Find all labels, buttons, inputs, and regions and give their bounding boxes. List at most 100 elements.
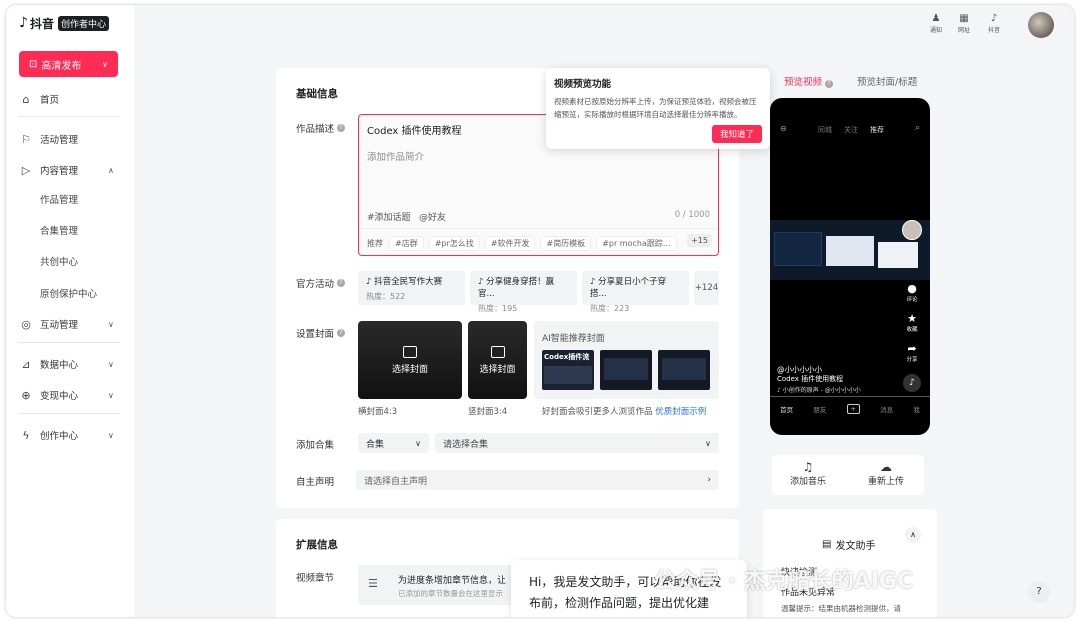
rec-tag[interactable]: #简历模板: [540, 236, 592, 251]
ai-cover-option[interactable]: Codex插件流: [542, 350, 594, 390]
activity-heat: 热度：223: [590, 304, 630, 313]
sidebar-item-label: 内容管理: [40, 166, 79, 177]
chart-icon: ⊿: [21, 357, 31, 371]
notify-button[interactable]: ♟ 通知: [930, 13, 942, 34]
add-topic-button[interactable]: #添加话题: [367, 210, 411, 223]
sidebar-item-content[interactable]: ▷ 内容管理 ∧: [6, 159, 134, 181]
ai-hint: 好封面会吸引更多人浏览作品: [542, 407, 653, 417]
publish-label: 高清发布: [41, 60, 82, 72]
help-icon[interactable]: ?: [825, 80, 834, 88]
sidebar-item-interact[interactable]: ◎ 互动管理 ∨: [6, 313, 134, 335]
douyin-button[interactable]: ♪ 抖音: [988, 13, 1000, 34]
tab-preview-video[interactable]: 预览视频 ?: [784, 74, 834, 88]
phone-tab: 关注: [844, 126, 858, 134]
activity-card[interactable]: ♪ 抖音全民写作大赛 热度：522: [358, 271, 465, 305]
section-title: 扩展信息: [296, 539, 338, 551]
reupload-button[interactable]: ☁ 重新上传: [864, 460, 908, 487]
tab-preview-cover[interactable]: 预览封面/标题: [857, 74, 917, 88]
sidebar-item-label: 作品管理: [40, 195, 79, 206]
douyin-icon: ♪: [990, 13, 998, 24]
add-music-button[interactable]: ♫ 添加音乐: [788, 460, 828, 487]
sidebar-item-collections[interactable]: 合集管理: [6, 219, 134, 241]
collapse-button[interactable]: ∧: [905, 527, 921, 543]
sidebar-item-label: 数据中心: [40, 360, 79, 371]
share-icon: ➦ 分享: [900, 342, 924, 363]
ai-cover-option[interactable]: [600, 350, 652, 390]
divider: [359, 228, 718, 229]
activity-card[interactable]: ♪ 分享夏日小个子穿搭... 热度：223: [582, 271, 689, 313]
sidebar-item-monetize[interactable]: ⊕ 变现中心 ∨: [6, 384, 134, 406]
image-icon: [403, 345, 417, 358]
sidebar-item-label: 共创中心: [40, 257, 79, 268]
sidebar-item-creator[interactable]: ϟ 创作中心 ∨: [6, 424, 134, 446]
list-icon: ☰: [368, 577, 378, 590]
comment-label: 评论: [906, 297, 918, 303]
collect-label: 收藏: [906, 327, 918, 333]
star-icon: ★ 收藏: [900, 312, 924, 333]
statement-select[interactable]: 请选择自主声明 ›: [356, 470, 719, 490]
activity-more-button[interactable]: +124: [694, 271, 719, 305]
ai-cover-thumb: [662, 358, 706, 380]
activity-card[interactable]: ♪ 分享健身穿搭！赢官... 热度：195: [470, 271, 577, 313]
site-label: 网址: [958, 27, 971, 34]
collection-placeholder: 请选择合集: [443, 439, 489, 450]
logo[interactable]: ♪ 抖音 创作者中心: [19, 14, 109, 32]
share-label: 分享: [906, 357, 918, 363]
sidebar-item-cocreate[interactable]: 共创中心: [6, 250, 134, 272]
phone-bottom-nav: 首页 朋友 + 消息 我: [770, 404, 930, 414]
rec-tag[interactable]: #店群: [389, 236, 424, 251]
sidebar-item-home[interactable]: ⌂ 首页: [6, 88, 134, 110]
rec-label: 推荐: [367, 239, 383, 248]
help-icon[interactable]: ?: [337, 329, 346, 337]
chevron-down-icon[interactable]: ∨: [102, 60, 108, 69]
mention-button[interactable]: @好友: [419, 210, 446, 223]
plus-icon: +: [846, 404, 860, 414]
ai-cover-option[interactable]: [658, 350, 710, 390]
tooltip-body: 视频素材已按原始分辨率上传，为保证预览体验，视频会被压缩预览，实际播放时根据环境…: [554, 97, 757, 119]
got-it-button[interactable]: 我知道了: [711, 125, 762, 143]
publish-button[interactable]: ⊡ 高清发布 ∨: [19, 51, 118, 77]
sidebar-item-activity[interactable]: ⚐ 活动管理: [6, 128, 134, 150]
collection-type-select[interactable]: 合集 ∨: [358, 433, 429, 453]
rec-tag[interactable]: #软件开发: [484, 236, 536, 251]
help-icon[interactable]: ?: [337, 124, 346, 132]
divider: [18, 116, 120, 117]
desc-placeholder[interactable]: 添加作品简介: [367, 149, 424, 163]
music-icon: ♫: [802, 460, 814, 474]
douyin-logo-icon: ♪: [19, 15, 28, 31]
chevron-down-icon: ∨: [415, 438, 421, 448]
cover-example-link[interactable]: 优质封面示例: [655, 407, 706, 417]
sidebar-item-label: 合集管理: [40, 226, 79, 237]
sidebar-item-label: 创作中心: [40, 431, 79, 442]
sidebar-item-label: 原创保护中心: [40, 289, 98, 300]
rec-tag[interactable]: #pr mocha跟踪...: [596, 236, 677, 251]
activity-title: 分享健身穿搭！赢官...: [478, 277, 555, 299]
rec-tag[interactable]: #pr怎么找: [428, 236, 480, 251]
sidebar-item-works[interactable]: 作品管理: [6, 188, 134, 210]
tab-label: 预览视频: [784, 77, 823, 88]
help-float-button[interactable]: ?: [1028, 581, 1050, 603]
title-input[interactable]: Codex 插件使用教程: [367, 122, 462, 137]
help-icon[interactable]: ?: [337, 279, 346, 287]
portrait-label: 竖封面3:4: [468, 407, 508, 417]
avatar[interactable]: [1028, 12, 1054, 38]
landscape-cover-button[interactable]: 选择封面: [358, 321, 462, 399]
reupload-label: 重新上传: [867, 477, 904, 487]
collection-select[interactable]: 请选择合集 ∨: [435, 433, 719, 453]
site-button[interactable]: ▦ 网址: [958, 13, 970, 34]
desc-label-wrap: 作品描述?: [296, 121, 346, 135]
chevron-down-icon: ∨: [705, 438, 711, 448]
portrait-cover-button[interactable]: 选择封面: [468, 321, 527, 399]
doc-icon: ▤: [822, 539, 832, 550]
comment-icon: ● 评论: [900, 282, 924, 303]
rec-tags: 推荐 #店群 #pr怎么找 #软件开发 #简历模板 #pr mocha跟踪...: [367, 236, 682, 251]
brand-badge: 创作者中心: [57, 15, 109, 31]
phone-tab: 推荐: [870, 126, 884, 134]
cover-label-wrap: 设置封面?: [296, 326, 346, 340]
rec-more-button[interactable]: +15: [687, 234, 712, 247]
play-square-icon: ▷: [21, 163, 31, 177]
phone-nav-item: 朋友: [813, 406, 827, 414]
sidebar-item-original[interactable]: 原创保护中心: [6, 282, 134, 304]
sidebar-item-data[interactable]: ⊿ 数据中心 ∨: [6, 353, 134, 375]
phone-tab: 同城: [818, 126, 832, 134]
